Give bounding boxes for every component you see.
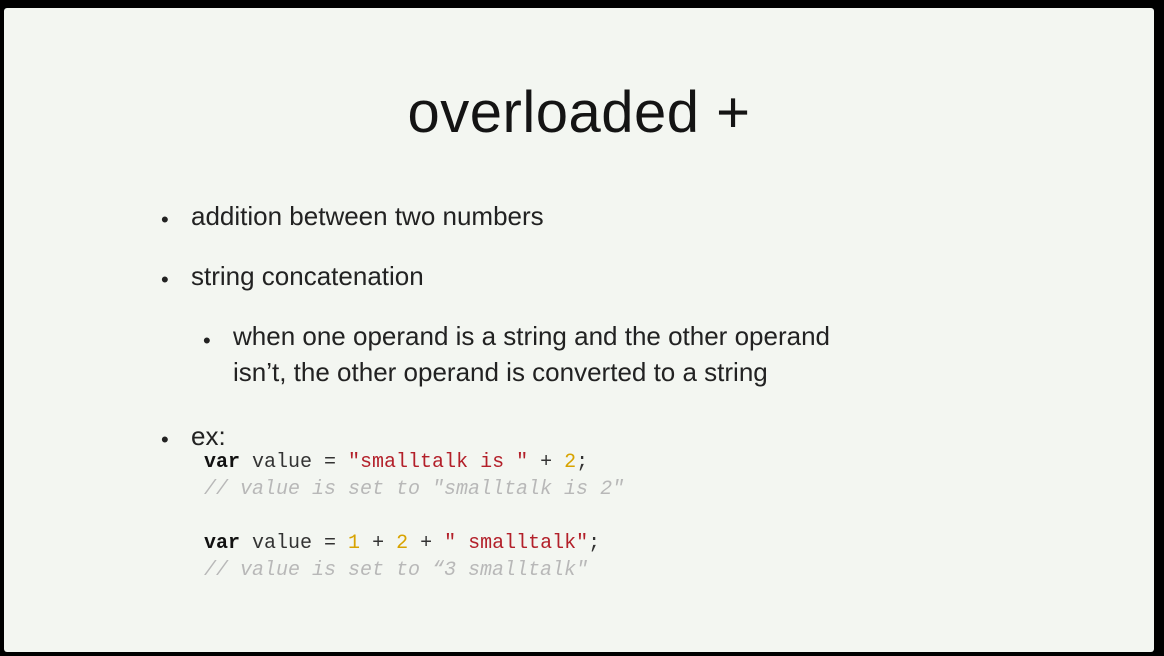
code-number: 2 xyxy=(564,451,577,474)
bullet-icon: • xyxy=(161,427,169,452)
code-number: 2 xyxy=(396,532,409,555)
slide: overloaded + • addition between two numb… xyxy=(4,8,1154,652)
sub-bullet-line-2: isn’t, the other operand is converted to… xyxy=(233,357,768,387)
bullet-icon: • xyxy=(161,267,169,292)
sub-bullet-icon: • xyxy=(203,328,211,353)
code-terminator: ; xyxy=(588,532,601,555)
code-identifier: value = xyxy=(240,451,349,474)
code-string: " smalltalk" xyxy=(444,532,589,555)
code-string: "smalltalk is " xyxy=(348,451,529,474)
code-keyword: var xyxy=(204,532,241,555)
code-number: 1 xyxy=(348,532,361,555)
code-line-1: var value = "smalltalk is " + 2; xyxy=(204,449,588,476)
code-operator: + xyxy=(408,532,445,555)
bullet-string-concatenation: string concatenation xyxy=(191,261,424,291)
presentation-frame: overloaded + • addition between two numb… xyxy=(0,0,1164,656)
code-comment-1: // value is set to "smalltalk is 2" xyxy=(204,478,625,501)
slide-title: overloaded + xyxy=(407,80,751,145)
bullet-addition: addition between two numbers xyxy=(191,201,544,231)
code-terminator: ; xyxy=(576,451,589,474)
code-keyword: var xyxy=(204,451,241,474)
code-comment-2: // value is set to “3 smalltalk" xyxy=(204,559,589,582)
code-operator: + xyxy=(528,451,565,474)
code-identifier: value = xyxy=(240,532,349,555)
code-operator: + xyxy=(360,532,397,555)
code-line-3: var value = 1 + 2 + " smalltalk"; xyxy=(204,530,600,557)
bullet-icon: • xyxy=(161,207,169,232)
sub-bullet-line-1: when one operand is a string and the oth… xyxy=(233,321,830,351)
